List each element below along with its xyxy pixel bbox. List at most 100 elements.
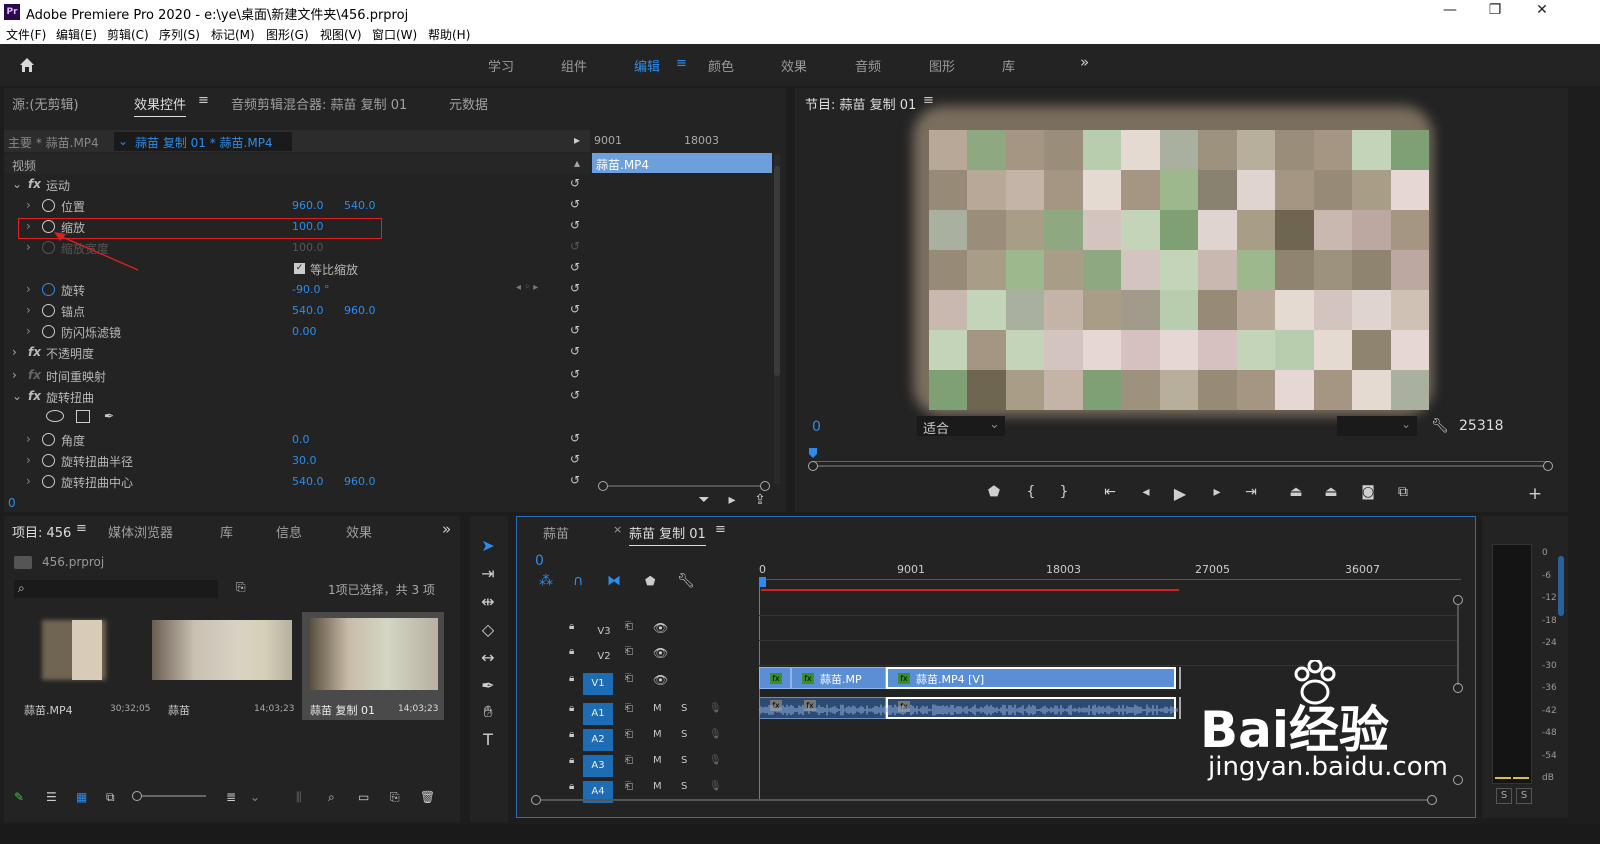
property-value[interactable]: 100.0: [292, 241, 324, 254]
add-button-icon[interactable]: +: [1525, 484, 1545, 504]
tab-project[interactable]: 项目: 456: [12, 522, 71, 541]
eye-icon[interactable]: 👁︎: [653, 621, 668, 635]
reset-icon[interactable]: ↺: [570, 452, 584, 466]
sort-icon[interactable]: ≣: [226, 790, 236, 804]
video-clip[interactable]: fx 蒜苗.MP: [791, 667, 886, 689]
uniform-scale-checkbox[interactable]: ✓: [294, 263, 305, 274]
fx-icon[interactable]: fx: [28, 368, 41, 382]
tab-metadata[interactable]: 元数据: [449, 94, 488, 113]
property-value[interactable]: 540.0: [292, 475, 324, 488]
reset-icon[interactable]: ↺: [570, 197, 584, 211]
video-clip-selected[interactable]: fx 蒜苗.MP4 [V]: [886, 667, 1176, 689]
project-item[interactable]: 蒜苗.MP4 30;32;05: [14, 612, 150, 718]
slip-tool-icon[interactable]: ↔: [474, 648, 502, 667]
reset-icon[interactable]: ↺: [570, 302, 584, 316]
expand-arrow-icon[interactable]: ›: [26, 282, 31, 296]
new-item-icon[interactable]: ⎘: [390, 790, 400, 805]
wrench-icon[interactable]: 🔧︎: [1431, 418, 1449, 434]
new-bin-icon[interactable]: ▭: [358, 790, 369, 804]
solo-right-button[interactable]: S: [1516, 788, 1532, 804]
sync-lock-icon[interactable]: ⎗: [625, 781, 633, 792]
menu-marker[interactable]: 标记(M): [211, 26, 255, 43]
reset-icon[interactable]: ↺: [570, 473, 584, 487]
zoom-slider[interactable]: [132, 791, 206, 801]
stopwatch-icon[interactable]: [42, 454, 55, 467]
property-value[interactable]: 960.0: [292, 199, 324, 212]
tab-effect-controls[interactable]: 效果控件: [134, 94, 187, 117]
camera-icon[interactable]: ◙: [1358, 484, 1378, 500]
program-monitor-title[interactable]: 节目: 蒜苗 复制 01: [805, 94, 916, 113]
home-icon[interactable]: [18, 56, 36, 74]
type-tool-icon[interactable]: T: [474, 730, 502, 749]
property-value[interactable]: 540.0: [344, 199, 376, 212]
tab-audio-mixer[interactable]: 音频剪辑混合器: 蒜苗 复制 01: [231, 94, 407, 113]
tab-effects[interactable]: 效果: [346, 522, 372, 541]
mute-button[interactable]: M: [653, 703, 662, 714]
playhead-timecode[interactable]: 0: [812, 419, 821, 435]
stopwatch-icon[interactable]: [42, 304, 55, 317]
snap-icon[interactable]: ∩: [573, 573, 583, 589]
tab-sequence-2[interactable]: 蒜苗 复制 01: [629, 523, 706, 546]
list-view-icon[interactable]: ☰: [46, 790, 57, 804]
play-audio-icon[interactable]: ▸: [722, 492, 742, 508]
lock-icon[interactable]: 🔒︎: [569, 646, 574, 657]
property-value[interactable]: 960.0: [344, 304, 376, 317]
eye-icon[interactable]: 👁︎: [653, 673, 668, 687]
sequence-timecode[interactable]: 0: [535, 553, 544, 569]
new-bin-search-icon[interactable]: ⎘: [236, 580, 246, 595]
workspace-graphics[interactable]: 图形: [929, 56, 955, 75]
step-back-icon[interactable]: ◂: [1136, 484, 1156, 500]
mini-scrollbar[interactable]: [598, 481, 770, 491]
property-value[interactable]: 0.0: [292, 433, 310, 446]
panel-menu-icon[interactable]: ≡: [715, 522, 726, 537]
tab-media-browser[interactable]: 媒体浏览器: [108, 522, 173, 541]
microphone-icon[interactable]: 🎙︎: [709, 729, 722, 740]
sync-lock-icon[interactable]: ⎗: [625, 646, 633, 657]
stopwatch-icon[interactable]: [42, 325, 55, 338]
microphone-icon[interactable]: 🎙︎: [709, 781, 722, 792]
add-marker-icon[interactable]: ⬟: [984, 484, 1004, 500]
workspace-editing[interactable]: 编辑: [634, 56, 660, 75]
meter-scrollbar[interactable]: [1558, 556, 1564, 616]
wrench-icon[interactable]: 🔧︎: [677, 573, 695, 589]
lock-icon[interactable]: 🔒︎: [569, 703, 574, 714]
reset-icon[interactable]: ↺: [570, 260, 584, 274]
solo-button[interactable]: S: [681, 781, 687, 792]
video-clip[interactable]: fx: [759, 667, 791, 689]
menu-window[interactable]: 窗口(W): [372, 26, 417, 43]
track-label[interactable]: A3: [583, 755, 613, 777]
ripple-edit-tool-icon[interactable]: ⇹: [474, 592, 502, 611]
track-select-tool-icon[interactable]: ⇥: [474, 564, 502, 583]
panel-menu-icon[interactable]: ≡: [76, 521, 87, 536]
property-value[interactable]: 540.0: [292, 304, 324, 317]
expand-arrow-icon[interactable]: ›: [26, 453, 31, 467]
mute-button[interactable]: M: [653, 781, 662, 792]
hand-tool-icon[interactable]: ✋︎: [474, 702, 502, 722]
mute-button[interactable]: M: [653, 755, 662, 766]
tab-libraries[interactable]: 库: [220, 522, 233, 541]
workspace-menu-icon[interactable]: ≡: [676, 56, 687, 71]
time-ruler[interactable]: [813, 450, 1547, 462]
property-value[interactable]: 30.0: [292, 454, 317, 467]
sync-lock-icon[interactable]: ⎗: [625, 703, 633, 714]
reset-icon[interactable]: ↺: [570, 218, 584, 232]
search-input[interactable]: ⌕: [14, 580, 218, 598]
selection-tool-icon[interactable]: ➤: [474, 536, 502, 555]
freeform-view-icon[interactable]: ⧉: [106, 790, 115, 805]
solo-button[interactable]: S: [681, 703, 687, 714]
expand-arrow-icon[interactable]: ›: [26, 240, 31, 254]
automate-icon[interactable]: ⫼: [296, 790, 302, 805]
stopwatch-icon[interactable]: [42, 433, 55, 446]
solo-button[interactable]: S: [681, 729, 687, 740]
track-label[interactable]: A1: [583, 703, 613, 725]
trash-icon[interactable]: 🗑︎: [420, 790, 435, 804]
lift-icon[interactable]: ⏏: [1286, 484, 1306, 500]
master-clip-label[interactable]: 主要 * 蒜苗.MP4: [8, 134, 99, 151]
reset-icon[interactable]: ↺: [570, 431, 584, 445]
workspace-libraries[interactable]: 库: [1002, 56, 1015, 75]
pen-mask-icon[interactable]: ✒: [104, 409, 114, 423]
tab-menu-icon[interactable]: ≡: [198, 93, 209, 108]
menu-view[interactable]: 视图(V): [320, 26, 362, 43]
menu-file[interactable]: 文件(F): [6, 26, 46, 43]
sync-lock-icon[interactable]: ⎗: [625, 729, 633, 740]
